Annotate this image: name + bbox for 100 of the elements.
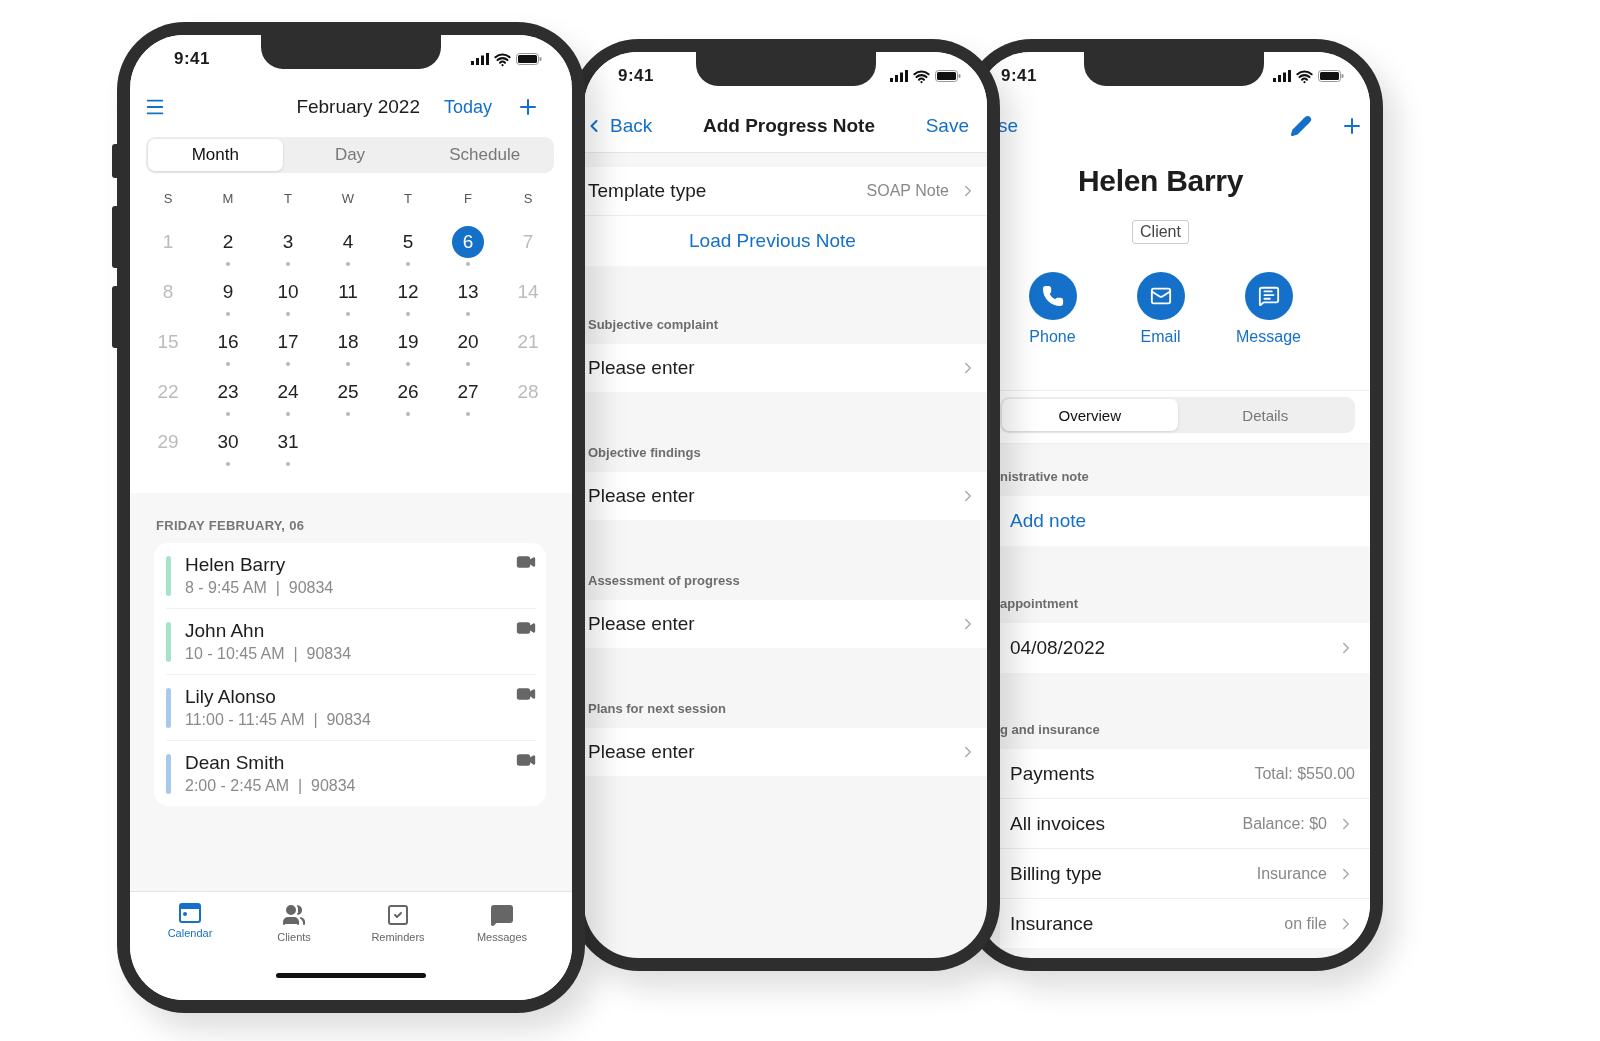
calendar-day[interactable]: 4	[332, 226, 364, 258]
calendar-day[interactable]: 2	[212, 226, 244, 258]
calendar-day[interactable]: 9	[212, 276, 244, 308]
calendar-day[interactable]: 31	[272, 426, 304, 458]
calendar-day[interactable]: 3	[272, 226, 304, 258]
calendar-day[interactable]: 17	[272, 326, 304, 358]
list-row[interactable]: All invoices Balance: $0	[1000, 799, 1370, 849]
section-heading: Plans for next session	[588, 701, 726, 716]
today-button[interactable]: Today	[443, 96, 492, 118]
calendar-day[interactable]: 13	[452, 276, 484, 308]
row-value: Insurance	[1256, 864, 1327, 883]
appointment-time: 8 - 9:45 AM | 90834	[185, 579, 334, 597]
tab-bar-item[interactable]: Reminders	[346, 902, 450, 944]
wifi-icon	[1296, 67, 1313, 85]
row-value: Balance: $0	[1242, 814, 1327, 833]
row-label: Please enter	[588, 741, 696, 763]
view-tab[interactable]: Day	[282, 139, 418, 171]
contact-action[interactable]: Message	[1223, 271, 1314, 347]
row-label: Insurance	[1010, 912, 1095, 935]
chat-bubble-icon	[1257, 285, 1280, 307]
envelope-icon	[1149, 285, 1172, 307]
signal-icon	[471, 53, 489, 65]
row-label: All invoices	[1010, 812, 1107, 835]
row-label: Please enter	[588, 485, 696, 507]
back-button[interactable]: Back	[584, 115, 653, 137]
appointment-time: 10 - 10:45 AM | 90834	[185, 645, 352, 663]
section-heading: nistrative note	[1000, 469, 1089, 484]
list-row[interactable]: Please enter	[584, 472, 987, 520]
section-heading: appointment	[1000, 596, 1078, 611]
tab-bar-item[interactable]: Calendar	[138, 902, 242, 944]
weekday-label: S	[162, 191, 174, 208]
row-value: on file	[1284, 914, 1327, 933]
calendar-day[interactable]: 16	[212, 326, 244, 358]
row-label: Please enter	[588, 357, 696, 379]
list-row[interactable]: Billing type Insurance	[1000, 849, 1370, 899]
client-name[interactable]: Lily Alonso	[185, 686, 276, 708]
weekday-label: S	[522, 191, 534, 208]
calendar-day[interactable]: 18	[332, 326, 364, 358]
client-name[interactable]: John Ahn	[185, 620, 265, 642]
calendar-day[interactable]: 30	[212, 426, 244, 458]
segment-tab[interactable]: Overview	[1002, 399, 1178, 431]
client-name[interactable]: Helen Barry	[185, 554, 286, 576]
list-row[interactable]: Payments Total: $550.00	[1000, 749, 1370, 799]
agenda-date: FRIDAY FEBRUARY, 06	[155, 517, 306, 535]
row-label: Template type	[588, 180, 708, 202]
battery-icon	[516, 53, 542, 65]
screen-title: Add Progress Note	[701, 115, 876, 137]
calendar-day[interactable]: 27	[452, 376, 484, 408]
status-time: 9:41	[174, 49, 211, 69]
month-title: February 2022	[296, 96, 420, 118]
section-heading: g and insurance	[1000, 722, 1100, 737]
calendar-day[interactable]: 6	[452, 226, 484, 258]
weekday-label: T	[403, 191, 413, 208]
calendar-day[interactable]: 5	[392, 226, 424, 258]
battery-icon	[935, 70, 961, 82]
people-icon	[282, 903, 306, 927]
calendar-day[interactable]: 11	[332, 276, 364, 308]
calendar-day[interactable]: 25	[332, 376, 364, 408]
list-row[interactable]: Please enter	[584, 344, 987, 392]
contact-action[interactable]: Phone	[1007, 271, 1098, 347]
wifi-icon	[494, 50, 511, 68]
calendar-day[interactable]: 19	[392, 326, 424, 358]
section-heading: Objective findings	[588, 445, 701, 460]
view-tab[interactable]: Month	[148, 139, 283, 171]
list-row[interactable]: Insurance on file	[1000, 899, 1370, 948]
weekday-label: M	[221, 191, 235, 208]
add-note-link[interactable]: Add note	[1010, 510, 1087, 532]
tab-bar-item[interactable]: Messages	[450, 902, 554, 944]
row-label: Billing type	[1010, 862, 1103, 885]
status-time: 9:41	[1001, 66, 1038, 86]
calendar-day[interactable]: 12	[392, 276, 424, 308]
contact-action[interactable]: Email	[1115, 271, 1206, 347]
calendar-day[interactable]: 24	[272, 376, 304, 408]
client-name[interactable]: Dean Smith	[185, 752, 285, 774]
row-label: Please enter	[588, 613, 696, 635]
appointment-time: 2:00 - 2:45 AM | 90834	[185, 777, 356, 795]
wifi-icon	[913, 67, 930, 85]
segment-tab[interactable]: Details	[1177, 399, 1353, 431]
save-button[interactable]: Save	[925, 115, 969, 137]
section-heading: Assessment of progress	[588, 573, 740, 588]
list-row[interactable]: Please enter	[584, 728, 987, 776]
edit-icon[interactable]	[1290, 115, 1312, 137]
calendar-day[interactable]: 20	[452, 326, 484, 358]
weekday-label: W	[340, 191, 356, 208]
signal-icon	[1273, 70, 1291, 82]
calendar-icon	[179, 903, 201, 923]
row-value: SOAP Note	[866, 182, 949, 200]
list-row[interactable]: Please enter	[584, 600, 987, 648]
appointment-time: 11:00 - 11:45 AM | 90834	[185, 711, 371, 729]
chat-bubble-icon	[490, 903, 514, 927]
calendar-day[interactable]: 26	[392, 376, 424, 408]
view-tab[interactable]: Schedule	[417, 139, 552, 171]
calendar-day[interactable]: 23	[212, 376, 244, 408]
tab-bar-item[interactable]: Clients	[242, 902, 346, 944]
calendar-day[interactable]: 10	[272, 276, 304, 308]
weekday-label: F	[463, 191, 473, 208]
row-label: Payments	[1010, 762, 1096, 785]
role-tag: Client	[1132, 220, 1189, 244]
list-row[interactable]: 04/08/2022	[1000, 623, 1370, 673]
row-label: 04/08/2022	[1010, 637, 1107, 659]
